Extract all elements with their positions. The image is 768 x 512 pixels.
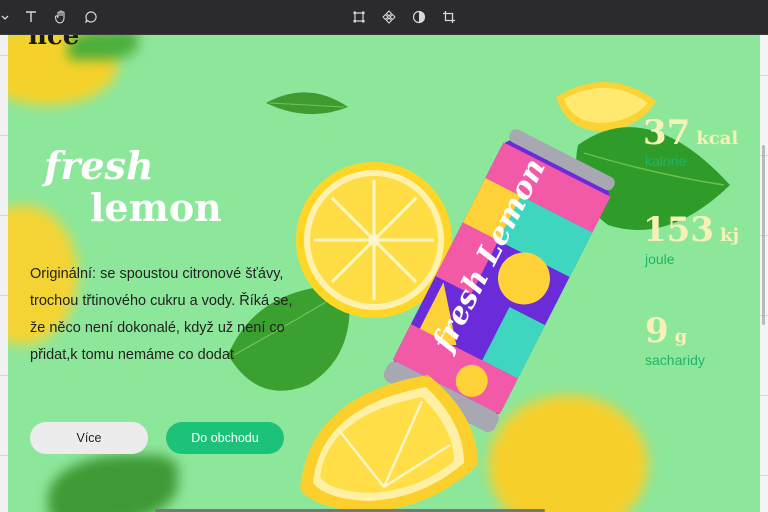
product-description: Originální: se spoustou citronové šťávy,… <box>30 266 293 363</box>
stat-calories-label: kalorie <box>645 153 687 169</box>
hand-tool-icon[interactable] <box>52 8 70 26</box>
shop-button[interactable]: Do obchodu <box>166 422 284 454</box>
title-line-2: lemon <box>90 185 222 230</box>
text-tool-icon[interactable] <box>22 8 40 26</box>
chevron-down-icon[interactable] <box>0 8 10 26</box>
more-button[interactable]: Více <box>30 422 148 454</box>
left-tool-group <box>0 0 100 34</box>
design-app: fresh Lemon nce fresh lemon Originální: … <box>0 0 768 512</box>
center-tool-group <box>350 0 458 34</box>
canvas[interactable]: fresh Lemon nce fresh lemon Originální: … <box>0 35 768 512</box>
stat-carbs-value: 9g <box>645 311 688 351</box>
stat-carbs-label: sacharidy <box>645 352 705 368</box>
left-ruler <box>0 35 8 512</box>
title-line-1: fresh <box>44 143 154 188</box>
stat-joules-value: 153 kj <box>643 210 739 250</box>
lemon-wedge-top-right <box>556 81 656 131</box>
comment-tool-icon[interactable] <box>82 8 100 26</box>
artboard[interactable]: fresh Lemon nce fresh lemon Originální: … <box>8 35 760 512</box>
stat-calories-value: 37 kcal <box>643 113 739 153</box>
hero-title: fresh lemon <box>44 147 222 227</box>
crop-tool-icon[interactable] <box>440 8 458 26</box>
component-tool-icon[interactable] <box>380 8 398 26</box>
vertical-scrollbar[interactable] <box>762 145 765 325</box>
stat-joules-label: joule <box>645 251 675 267</box>
brand-text: nce <box>28 35 80 51</box>
frame-tool-icon[interactable] <box>350 8 368 26</box>
top-toolbar <box>0 0 768 35</box>
contrast-tool-icon[interactable] <box>410 8 428 26</box>
